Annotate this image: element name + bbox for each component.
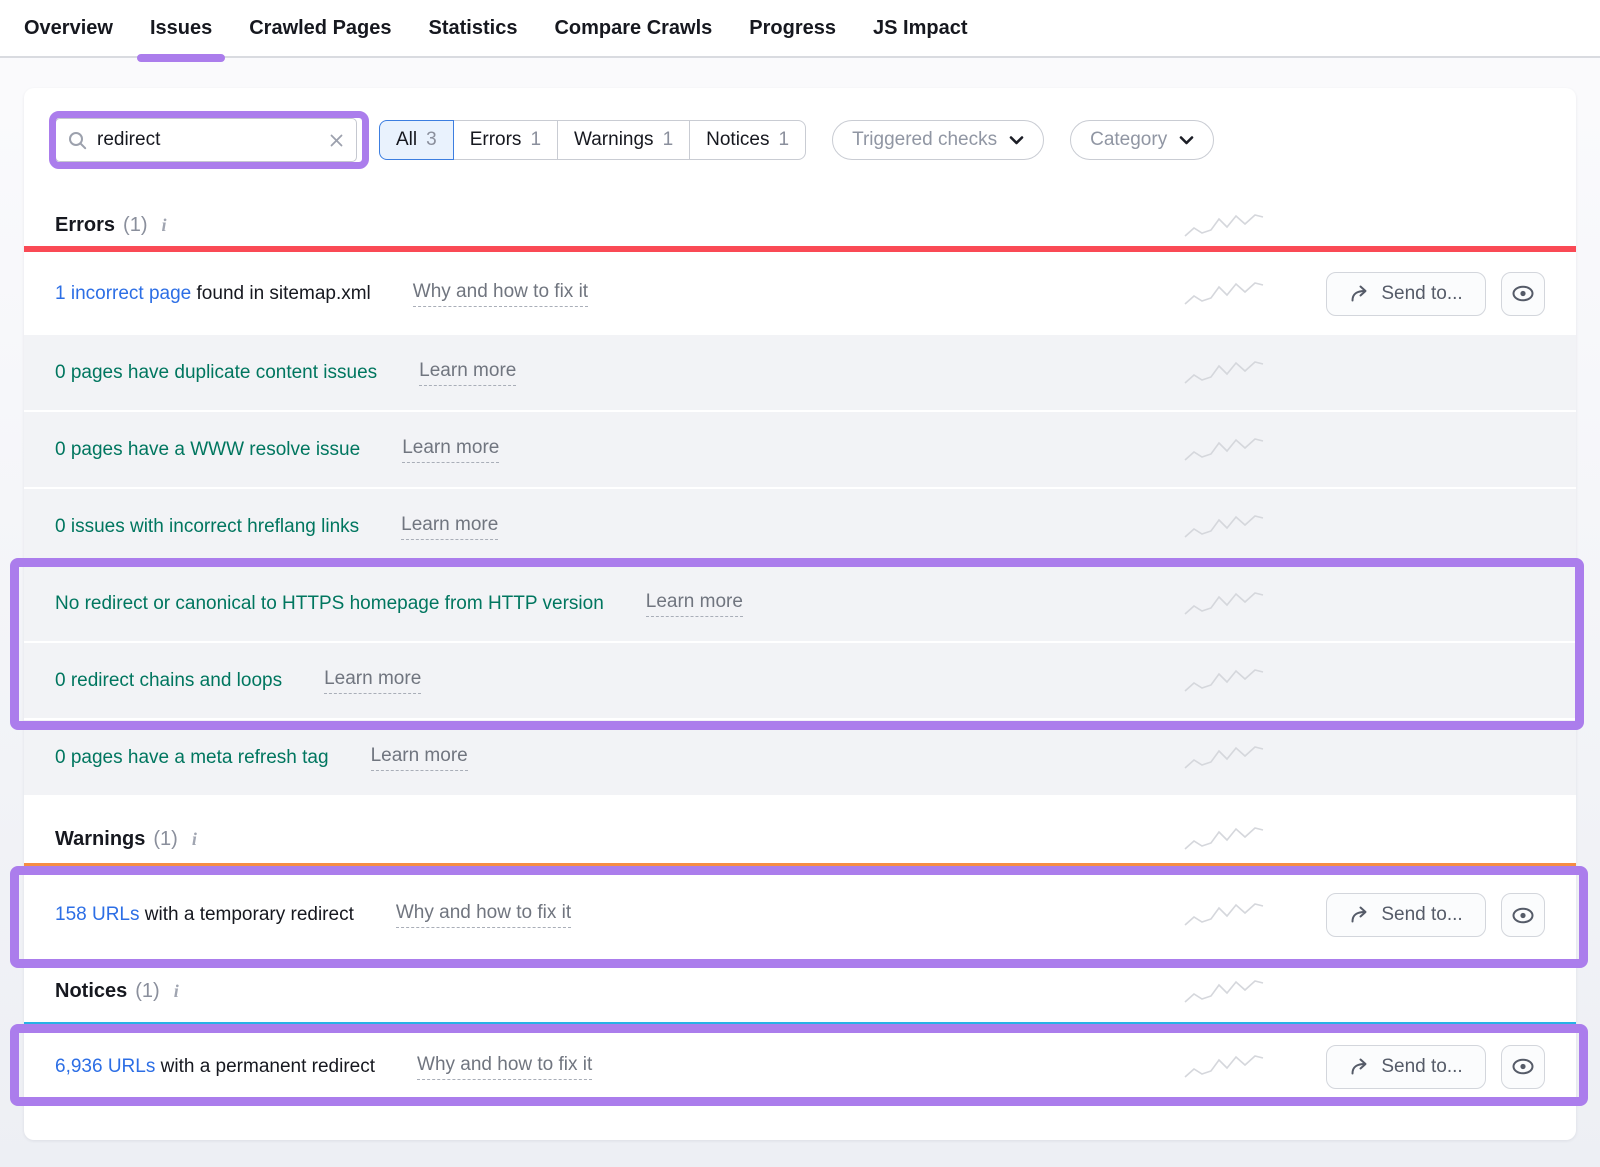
learn-more-link[interactable]: Learn more [646, 591, 743, 617]
trend-sparkline [1184, 824, 1264, 854]
issue-row-hreflang-links: 0 issues with incorrect hreflang links L… [24, 489, 1576, 566]
filter-warnings-count: 1 [663, 129, 674, 151]
trend-sparkline [1184, 1052, 1264, 1082]
trend-sparkline [1184, 743, 1264, 773]
trend-sparkline [1184, 512, 1264, 542]
tab-issues[interactable]: Issues [150, 0, 212, 56]
issue-text: with a permanent redirect [155, 1056, 375, 1078]
trend-sparkline [1184, 900, 1264, 930]
send-to-button[interactable]: Send to... [1326, 1045, 1486, 1089]
forward-arrow-icon [1349, 1058, 1371, 1076]
filter-all[interactable]: All3 [379, 120, 454, 160]
eye-icon [1511, 1058, 1535, 1075]
trend-sparkline [1184, 279, 1264, 309]
trend-sparkline [1184, 666, 1264, 696]
hide-issue-button[interactable] [1501, 893, 1545, 937]
trend-sparkline [1184, 211, 1264, 241]
hide-issue-button[interactable] [1501, 1045, 1545, 1089]
trend-sparkline [1184, 358, 1264, 388]
issues-panel: All3 Errors1 Warnings1 Notices1 Triggere… [24, 88, 1576, 1140]
issue-count-link[interactable]: 6,936 URLs [55, 1056, 155, 1078]
filter-all-count: 3 [426, 129, 437, 151]
warnings-title: Warnings [55, 828, 145, 851]
tab-progress[interactable]: Progress [749, 0, 836, 56]
learn-more-link[interactable]: Learn more [419, 360, 516, 386]
trend-sparkline [1184, 977, 1264, 1007]
issue-row-www-resolve: 0 pages have a WWW resolve issue Learn m… [24, 412, 1576, 489]
triggered-checks-dropdown[interactable]: Triggered checks [832, 120, 1044, 160]
issue-row-redirect-chains: 0 redirect chains and loops Learn more [24, 643, 1576, 720]
send-to-button[interactable]: Send to... [1326, 272, 1486, 316]
filter-warnings[interactable]: Warnings1 [557, 120, 690, 160]
search-input[interactable] [97, 129, 319, 151]
issue-text: 0 redirect chains and loops [55, 670, 282, 692]
why-how-to-fix-link[interactable]: Why and how to fix it [396, 902, 571, 928]
issue-text: 0 pages have a WWW resolve issue [55, 439, 360, 461]
issue-text: 0 pages have duplicate content issues [55, 362, 377, 384]
issue-row-sitemap-incorrect-pages: 1 incorrect page found in sitemap.xml Wh… [24, 252, 1576, 335]
warnings-section-header: Warnings (1) i [24, 819, 1576, 859]
forward-arrow-icon [1349, 906, 1371, 924]
search-box[interactable] [55, 118, 357, 162]
issue-row-duplicate-content: 0 pages have duplicate content issues Le… [24, 335, 1576, 412]
issue-text: with a temporary redirect [140, 904, 354, 926]
warnings-count: (1) [153, 828, 177, 851]
notices-title: Notices [55, 980, 127, 1003]
tab-compare-crawls[interactable]: Compare Crawls [554, 0, 712, 56]
info-icon[interactable]: i [174, 981, 179, 1002]
issue-row-temporary-redirect: 158 URLs with a temporary redirect Why a… [24, 869, 1576, 961]
learn-more-link[interactable]: Learn more [401, 514, 498, 540]
trend-sparkline [1184, 435, 1264, 465]
chevron-down-icon [1009, 136, 1024, 145]
send-to-button[interactable]: Send to... [1326, 893, 1486, 937]
issue-text: 0 pages have a meta refresh tag [55, 747, 329, 769]
issue-text: No redirect or canonical to HTTPS homepa… [55, 593, 604, 615]
issue-count-link[interactable]: 1 incorrect page [55, 283, 191, 305]
notices-section-header: Notices (1) i [24, 969, 1576, 1014]
tab-overview[interactable]: Overview [24, 0, 113, 56]
issue-row-meta-refresh: 0 pages have a meta refresh tag Learn mo… [24, 720, 1576, 797]
close-icon [329, 133, 344, 148]
errors-title: Errors [55, 214, 115, 237]
trend-sparkline [1184, 589, 1264, 619]
eye-icon [1511, 285, 1535, 302]
eye-icon [1511, 907, 1535, 924]
issue-row-https-redirect-canonical: No redirect or canonical to HTTPS homepa… [24, 566, 1576, 643]
issues-toolbar: All3 Errors1 Warnings1 Notices1 Triggere… [55, 118, 1576, 162]
errors-count: (1) [123, 214, 147, 237]
top-nav: Overview Issues Crawled Pages Statistics… [0, 0, 1600, 58]
issue-text: 0 issues with incorrect hreflang links [55, 516, 359, 538]
tab-js-impact[interactable]: JS Impact [873, 0, 967, 56]
filter-errors[interactable]: Errors1 [453, 120, 558, 160]
tab-crawled-pages[interactable]: Crawled Pages [249, 0, 391, 56]
filter-notices[interactable]: Notices1 [689, 120, 806, 160]
forward-arrow-icon [1349, 285, 1371, 303]
chevron-down-icon [1179, 136, 1194, 145]
issue-row-permanent-redirect: 6,936 URLs with a permanent redirect Why… [24, 1028, 1576, 1105]
errors-section-header: Errors (1) i [24, 205, 1576, 246]
active-tab-indicator [137, 54, 225, 62]
notices-count: (1) [135, 980, 159, 1003]
learn-more-link[interactable]: Learn more [324, 668, 421, 694]
info-icon[interactable]: i [161, 215, 166, 236]
hide-issue-button[interactable] [1501, 272, 1545, 316]
issue-text: found in sitemap.xml [191, 283, 371, 305]
learn-more-link[interactable]: Learn more [371, 745, 468, 771]
clear-search-icon[interactable] [329, 133, 344, 148]
filter-errors-count: 1 [530, 129, 541, 151]
issue-count-link[interactable]: 158 URLs [55, 904, 140, 926]
search-icon [68, 131, 87, 150]
info-icon[interactable]: i [192, 829, 197, 850]
tab-statistics[interactable]: Statistics [429, 0, 518, 56]
why-how-to-fix-link[interactable]: Why and how to fix it [413, 281, 588, 307]
why-how-to-fix-link[interactable]: Why and how to fix it [417, 1054, 592, 1080]
learn-more-link[interactable]: Learn more [402, 437, 499, 463]
severity-filter: All3 Errors1 Warnings1 Notices1 [379, 120, 806, 160]
category-dropdown[interactable]: Category [1070, 120, 1214, 160]
filter-notices-count: 1 [779, 129, 790, 151]
